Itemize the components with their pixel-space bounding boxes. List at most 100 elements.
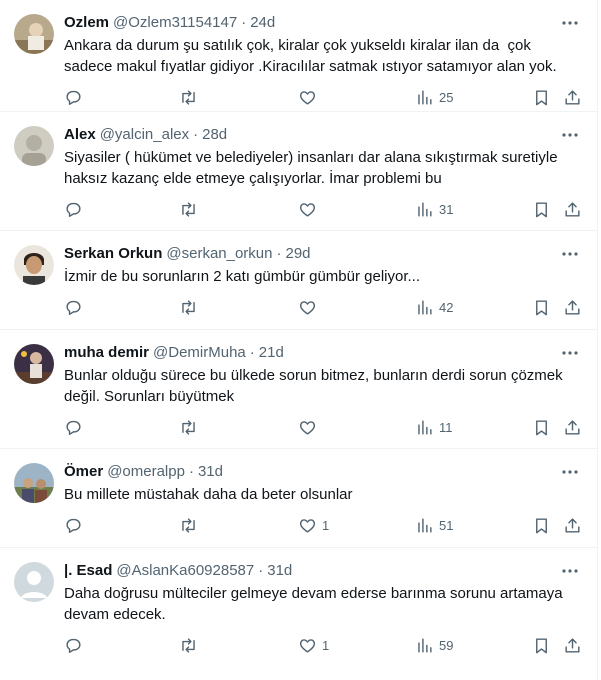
more-options-icon[interactable] (561, 247, 579, 261)
tweet[interactable]: Ömer @omeralpp · 31d Bu millete müstahak… (0, 449, 597, 548)
share-button[interactable] (563, 515, 582, 535)
like-button[interactable] (298, 297, 322, 317)
share-button[interactable] (563, 297, 582, 317)
tweet[interactable]: Alex @yalcin_alex · 28d Siyasiler ( hükü… (0, 112, 597, 231)
bookmark-button[interactable] (532, 87, 551, 107)
views-button[interactable]: 42 (415, 297, 453, 317)
tweet-text: Ankara da durum şu satılık çok, kiralar … (64, 37, 557, 75)
views-button[interactable]: 31 (415, 199, 453, 219)
analytics-icon (418, 201, 432, 217)
retweet-button[interactable] (179, 297, 198, 317)
user-handle[interactable]: @DemirMuha (153, 343, 246, 363)
user-handle[interactable]: @serkan_orkun (166, 244, 272, 264)
retweet-button[interactable] (179, 515, 198, 535)
views-button[interactable]: 11 (415, 417, 453, 437)
share-icon (565, 89, 580, 105)
bookmark-button[interactable] (532, 417, 551, 437)
tweet-text: Bunlar olduğu sürece bu ülkede sorun bit… (64, 367, 567, 405)
display-name[interactable]: Alex (64, 125, 96, 145)
reply-icon (66, 202, 81, 217)
user-handle[interactable]: @yalcin_alex (100, 125, 189, 145)
view-count: 51 (439, 517, 454, 533)
more-options-icon[interactable] (561, 564, 579, 578)
tweet[interactable]: |. Esad @AslanKa60928587 · 31d Daha doğr… (0, 548, 597, 667)
analytics-icon (418, 517, 432, 533)
share-button[interactable] (563, 417, 582, 437)
action-bar: 31 (64, 189, 581, 233)
tweet[interactable]: muha demir @DemirMuha · 21d Bunlar olduğ… (0, 330, 597, 449)
heart-icon (299, 638, 316, 653)
views-button[interactable]: 25 (415, 87, 453, 107)
like-button[interactable] (298, 199, 322, 219)
separator: · (241, 14, 247, 31)
bookmark-button[interactable] (532, 515, 551, 535)
retweet-button[interactable] (179, 417, 198, 437)
avatar[interactable] (14, 126, 54, 166)
user-handle[interactable]: @Ozlem31154147 (113, 13, 237, 33)
display-name[interactable]: Serkan Orkun (64, 244, 162, 264)
user-handle[interactable]: @omeralpp (107, 462, 185, 482)
heart-icon (299, 90, 316, 105)
bookmark-button[interactable] (532, 297, 551, 317)
reply-button[interactable] (64, 635, 83, 655)
view-count: 25 (439, 89, 454, 105)
action-bar: 1 51 (64, 505, 581, 549)
timestamp[interactable]: 24d (250, 13, 275, 33)
reply-icon (66, 420, 81, 435)
retweet-icon (182, 637, 195, 653)
timestamp[interactable]: 31d (267, 561, 292, 581)
retweet-button[interactable] (179, 199, 198, 219)
like-button[interactable] (298, 417, 322, 437)
like-button[interactable]: 1 (298, 635, 329, 655)
reply-button[interactable] (64, 87, 83, 107)
display-name[interactable]: Ömer (64, 462, 103, 482)
display-name[interactable]: |. Esad (64, 561, 112, 581)
share-button[interactable] (563, 199, 582, 219)
bookmark-button[interactable] (532, 199, 551, 219)
bookmark-icon (536, 637, 547, 653)
bookmark-icon (536, 419, 547, 435)
default-avatar[interactable] (14, 562, 54, 602)
analytics-icon (418, 89, 432, 105)
like-button[interactable] (298, 87, 322, 107)
avatar[interactable] (14, 463, 54, 503)
timestamp[interactable]: 31d (198, 462, 223, 482)
timestamp[interactable]: 21d (259, 343, 284, 363)
retweet-icon (182, 299, 195, 315)
reply-button[interactable] (64, 515, 83, 535)
retweet-button[interactable] (179, 87, 198, 107)
reply-button[interactable] (64, 297, 83, 317)
like-button[interactable]: 1 (298, 515, 329, 535)
bookmark-button[interactable] (532, 635, 551, 655)
tweet[interactable]: Serkan Orkun @serkan_orkun · 29d İzmir d… (0, 231, 597, 330)
display-name[interactable]: muha demir (64, 343, 149, 363)
user-handle[interactable]: @AslanKa60928587 (116, 561, 254, 581)
avatar[interactable] (14, 245, 54, 285)
reply-button[interactable] (64, 417, 83, 437)
heart-icon (299, 518, 316, 533)
more-options-icon[interactable] (561, 465, 579, 479)
display-name[interactable]: Ozlem (64, 13, 109, 33)
views-button[interactable]: 59 (415, 635, 453, 655)
timestamp[interactable]: 28d (202, 125, 227, 145)
more-options-icon[interactable] (561, 16, 579, 30)
share-button[interactable] (563, 87, 582, 107)
more-options-icon[interactable] (561, 128, 579, 142)
views-button[interactable]: 51 (415, 515, 453, 535)
heart-icon (299, 202, 316, 217)
tweet-header: Serkan Orkun @serkan_orkun · 29d (64, 243, 581, 265)
timestamp[interactable]: 29d (286, 244, 311, 264)
more-options-icon[interactable] (561, 346, 579, 360)
avatar[interactable] (14, 344, 54, 384)
reply-button[interactable] (64, 199, 83, 219)
avatar[interactable] (14, 14, 54, 54)
view-count: 59 (439, 637, 454, 653)
view-count: 11 (439, 419, 453, 435)
separator: · (193, 126, 199, 143)
reply-icon (66, 518, 81, 533)
tweet-text: Bu millete müstahak daha da beter olsunl… (64, 486, 353, 503)
tweet-header: Ömer @omeralpp · 31d (64, 461, 581, 483)
retweet-button[interactable] (179, 635, 198, 655)
share-button[interactable] (563, 635, 582, 655)
tweet[interactable]: Ozlem @Ozlem31154147 · 24d Ankara da dur… (0, 0, 597, 112)
